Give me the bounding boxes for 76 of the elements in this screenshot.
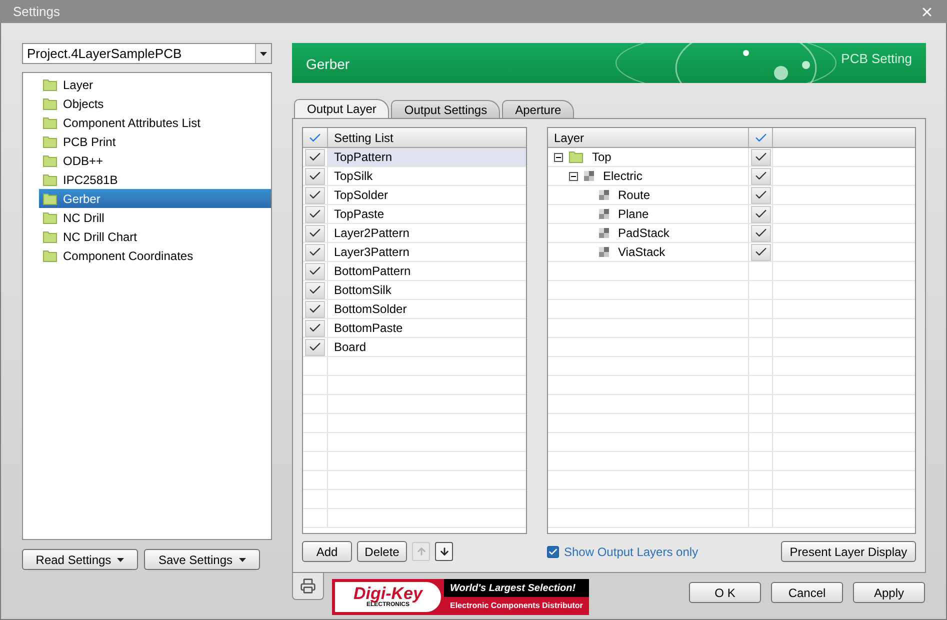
- settings-menu-button[interactable]: Save Settings: [144, 549, 260, 570]
- settings-menu-button[interactable]: Read Settings: [22, 549, 138, 570]
- tree-item-label[interactable]: PadStack: [618, 224, 670, 242]
- column-header: Layer: [548, 128, 749, 147]
- setting-list-row[interactable]: TopSilk: [328, 167, 526, 185]
- delete-button[interactable]: Delete: [357, 541, 407, 562]
- sidebar-item[interactable]: Component Coordinates: [39, 246, 271, 265]
- folder-icon: [43, 174, 57, 186]
- tree-item-label[interactable]: Top: [592, 148, 612, 166]
- sidebar-item[interactable]: NC Drill: [39, 208, 271, 227]
- setting-list-row[interactable]: BottomSilk: [328, 281, 526, 299]
- collapse-icon[interactable]: [554, 152, 563, 162]
- layer-icon: [599, 228, 609, 238]
- setting-list-row[interactable]: TopSolder: [328, 186, 526, 204]
- move-down-button[interactable]: [435, 542, 453, 561]
- tab[interactable]: Output Layer: [294, 99, 390, 118]
- project-select[interactable]: Project.4LayerSamplePCB: [22, 43, 272, 64]
- setting-list-row[interactable]: Layer2Pattern: [328, 224, 526, 242]
- setting-list-row[interactable]: TopPaste: [328, 205, 526, 223]
- folder-icon: [43, 154, 57, 166]
- header-title: Gerber: [306, 55, 350, 74]
- sidebar-item[interactable]: NC Drill Chart: [39, 227, 271, 246]
- setting-list-row[interactable]: BottomPattern: [328, 262, 526, 280]
- folder-icon: [43, 136, 57, 148]
- ad-tagline: Electronic Components Distributor: [449, 600, 584, 612]
- folder-icon: [43, 78, 57, 90]
- check-icon: [548, 546, 558, 556]
- header-subtitle: PCB Setting: [841, 50, 912, 68]
- folder-icon: [43, 98, 57, 110]
- sidebar-item[interactable]: IPC2581B: [39, 170, 271, 189]
- tree-item-label[interactable]: Electric: [603, 167, 642, 185]
- layer-icon: [599, 247, 609, 257]
- sidebar-item[interactable]: ODB++: [39, 151, 271, 170]
- window-title: Settings: [13, 2, 60, 21]
- setting-list-row[interactable]: BottomPaste: [328, 319, 526, 337]
- sidebar-item[interactable]: Layer: [39, 75, 271, 94]
- brand-logo-text: Digi-Key: [354, 585, 422, 602]
- folder-icon: [43, 230, 57, 242]
- printer-icon: [300, 578, 316, 594]
- tab[interactable]: Output Settings: [391, 100, 500, 118]
- folder-icon: [43, 250, 57, 262]
- setting-list-row[interactable]: BottomSolder: [328, 300, 526, 318]
- folder-icon: [569, 151, 583, 163]
- layer-icon: [599, 190, 609, 200]
- present-layer-display-button[interactable]: Present Layer Display: [781, 541, 916, 562]
- checkbox-label[interactable]: Show Output Layers only: [564, 542, 698, 560]
- add-button[interactable]: Add: [302, 541, 352, 562]
- sidebar-item[interactable]: Component Attributes List: [39, 113, 271, 132]
- folder-icon: [43, 192, 57, 204]
- arrow-down-icon: [438, 546, 450, 557]
- sidebar-item[interactable]: PCB Print: [39, 132, 271, 151]
- dropdown-arrow-icon: [260, 52, 267, 56]
- tab[interactable]: Aperture: [502, 100, 574, 118]
- dropdown-arrow-icon: [238, 558, 246, 562]
- folder-icon: [43, 116, 57, 128]
- layer-icon: [584, 171, 594, 181]
- setting-list-row[interactable]: Board: [328, 338, 526, 356]
- tree-item-label[interactable]: Plane: [618, 205, 649, 223]
- column-header: Setting List: [333, 130, 394, 146]
- tree-item-label[interactable]: Route: [618, 186, 650, 204]
- collapse-icon[interactable]: [569, 172, 578, 180]
- dialog-button[interactable]: O K: [689, 582, 761, 603]
- tree-item-label[interactable]: ViaStack: [618, 243, 666, 261]
- ad-headline: World's Largest Selection!: [444, 579, 589, 597]
- dropdown-arrow-icon: [117, 558, 124, 562]
- sidebar-item[interactable]: Objects: [39, 94, 271, 113]
- setting-list-row[interactable]: Layer3Pattern: [328, 243, 526, 261]
- setting-list-row[interactable]: TopPattern: [328, 148, 526, 166]
- dialog-button[interactable]: Cancel: [771, 582, 843, 603]
- layer-icon: [599, 209, 609, 219]
- dialog-button[interactable]: Apply: [853, 582, 925, 603]
- print-tab[interactable]: [292, 573, 324, 600]
- folder-icon: [43, 212, 57, 224]
- sidebar-item[interactable]: Gerber: [39, 189, 271, 208]
- arrow-up-icon: [416, 546, 426, 557]
- checkbox[interactable]: [547, 546, 559, 558]
